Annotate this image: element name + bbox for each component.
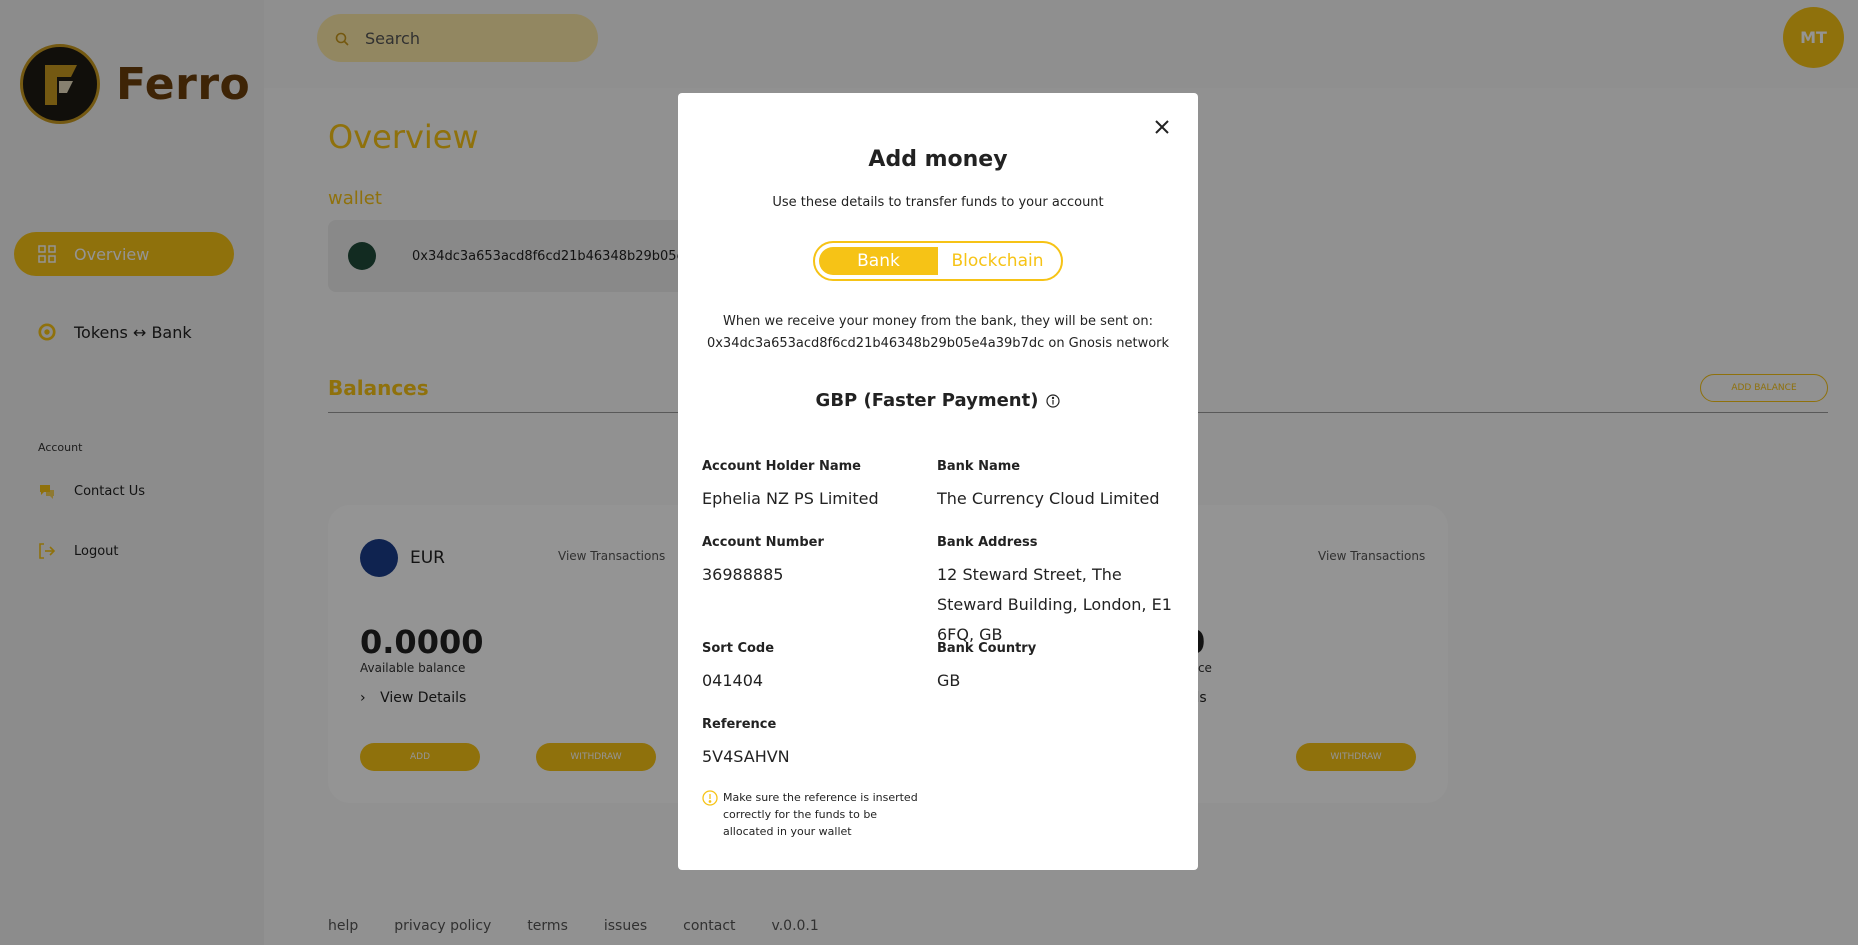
field-value: 12 Steward Street, The Steward Building,… — [937, 565, 1172, 644]
account-holder-field: Account Holder Name Ephelia NZ PS Limite… — [702, 459, 879, 514]
field-value: GB — [937, 671, 961, 690]
add-money-modal: Add money Use these details to transfer … — [678, 93, 1198, 870]
close-icon — [1155, 120, 1169, 134]
modal-subtitle: Use these details to transfer funds to y… — [772, 195, 1104, 210]
payment-method-title: GBP (Faster Payment) — [678, 390, 1198, 411]
warning-text: Make sure the reference is inserted corr… — [723, 791, 918, 838]
field-label: Reference — [702, 717, 777, 732]
field-value: Ephelia NZ PS Limited — [702, 489, 879, 508]
transfer-info-address: 0x34dc3a653acd8f6cd21b46348b29b05e4a39b7… — [706, 336, 1170, 351]
toggle-bank[interactable]: Bank — [819, 247, 938, 275]
field-value: The Currency Cloud Limited — [937, 489, 1160, 508]
field-value: 5V4SAHVN — [702, 747, 790, 766]
field-label: Bank Name — [937, 459, 1021, 474]
reference-warning: Make sure the reference is inserted corr… — [702, 789, 922, 840]
bank-country-field: Bank Country GB — [937, 641, 1177, 696]
account-number-field: Account Number 36988885 — [702, 535, 824, 590]
info-icon[interactable] — [1046, 393, 1061, 408]
sort-code-field: Sort Code 041404 — [702, 641, 774, 696]
close-button[interactable] — [1149, 114, 1175, 140]
transfer-method-toggle: Bank Blockchain — [813, 241, 1063, 281]
transfer-info-line: When we receive your money from the bank… — [723, 314, 1153, 329]
field-label: Bank Country — [937, 641, 1037, 656]
payment-method-label: GBP (Faster Payment) — [815, 390, 1039, 411]
bank-name-field: Bank Name The Currency Cloud Limited — [937, 459, 1177, 514]
transfer-info: When we receive your money from the bank… — [678, 311, 1198, 355]
field-label: Account Holder Name — [702, 459, 861, 474]
reference-field: Reference 5V4SAHVN — [702, 717, 790, 772]
field-label: Bank Address — [937, 535, 1038, 550]
modal-title: Add money — [868, 147, 1008, 172]
field-value: 36988885 — [702, 565, 784, 584]
field-label: Sort Code — [702, 641, 775, 656]
toggle-blockchain[interactable]: Blockchain — [938, 247, 1057, 275]
bank-address-field: Bank Address 12 Steward Street, The Stew… — [937, 535, 1177, 650]
warning-icon — [702, 790, 718, 806]
field-value: 041404 — [702, 671, 764, 690]
field-label: Account Number — [702, 535, 824, 550]
